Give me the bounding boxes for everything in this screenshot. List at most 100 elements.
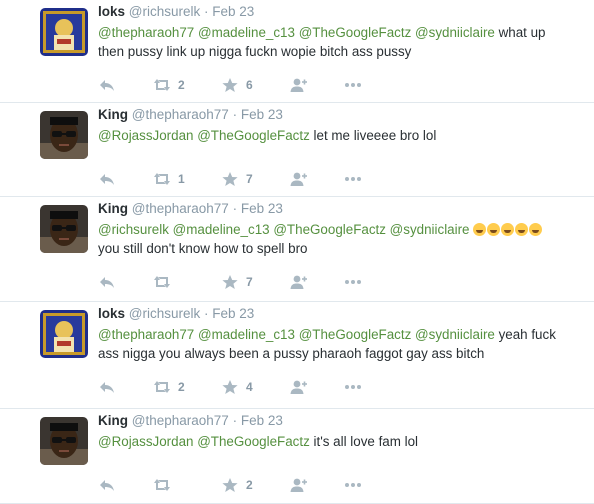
mention-link[interactable]: @madeline_c13 <box>173 222 270 237</box>
tweet-text-segment: what up <box>494 25 546 40</box>
mention-link[interactable]: @sydniiclaire <box>415 25 495 40</box>
follow-button[interactable] <box>289 77 344 93</box>
retweet-icon <box>153 77 171 93</box>
reply-icon <box>98 379 116 395</box>
avatar[interactable] <box>40 111 88 159</box>
retweet-count: 1 <box>178 172 185 186</box>
retweet-count: 2 <box>178 78 185 92</box>
mention-link[interactable]: @thepharaoh77 <box>98 25 194 40</box>
more-button[interactable] <box>344 379 374 395</box>
tweet[interactable]: King @thepharaoh77 · Feb 23 @richsurelk @… <box>0 197 594 302</box>
favorite-button[interactable]: 2 <box>221 477 289 493</box>
display-name[interactable]: King <box>98 201 128 216</box>
timestamp[interactable]: Feb 23 <box>241 413 283 428</box>
reply-button[interactable] <box>98 171 153 187</box>
display-name[interactable]: King <box>98 107 128 122</box>
tweet-text-line: then pussy link up nigga fuckn wopie bit… <box>98 44 412 59</box>
more-button[interactable] <box>344 77 374 93</box>
reply-icon <box>98 274 116 290</box>
avatar[interactable] <box>40 205 88 253</box>
more-button[interactable] <box>344 171 374 187</box>
favorite-count: 7 <box>246 275 253 289</box>
avatar[interactable] <box>40 8 88 56</box>
tweet-actions: 26 <box>98 75 374 95</box>
favorite-button[interactable]: 6 <box>221 77 289 93</box>
mention-link[interactable]: @TheGoogleFactz <box>273 222 386 237</box>
more-button[interactable] <box>344 477 374 493</box>
mention-link[interactable]: @TheGoogleFactz <box>299 327 412 342</box>
favorite-button[interactable]: 7 <box>221 171 289 187</box>
follow-button[interactable] <box>289 171 344 187</box>
follow-icon <box>289 477 307 493</box>
mention-link[interactable]: @RojassJordan <box>98 434 193 449</box>
reply-button[interactable] <box>98 274 153 290</box>
retweet-button[interactable] <box>153 274 221 290</box>
tweet[interactable]: loks @richsurelk · Feb 23 @thepharaoh77 @… <box>0 302 594 409</box>
mention-link[interactable]: @sydniiclaire <box>390 222 470 237</box>
mention-link[interactable]: @richsurelk <box>98 222 169 237</box>
mention-link[interactable]: @madeline_c13 <box>198 327 295 342</box>
tweet-actions: 17 <box>98 169 374 189</box>
reply-button[interactable] <box>98 477 153 493</box>
reply-button[interactable] <box>98 77 153 93</box>
follow-button[interactable] <box>289 274 344 290</box>
avatar[interactable] <box>40 417 88 465</box>
follow-button[interactable] <box>289 379 344 395</box>
tweet-actions: 7 <box>98 272 374 292</box>
tweet-text-line: @RojassJordan @TheGoogleFactz let me liv… <box>98 126 590 145</box>
tweet-text-line: @richsurelk @madeline_c13 @TheGoogleFact… <box>98 220 590 239</box>
retweet-icon <box>153 477 171 493</box>
star-icon <box>221 77 239 93</box>
tweet[interactable]: loks @richsurelk · Feb 23 @thepharaoh77 @… <box>0 0 594 103</box>
display-name[interactable]: King <box>98 413 128 428</box>
star-icon <box>221 171 239 187</box>
separator-dot: · <box>204 306 209 321</box>
retweet-button[interactable] <box>153 477 221 493</box>
mention-link[interactable]: @thepharaoh77 <box>98 327 194 342</box>
mention-link[interactable]: @TheGoogleFactz <box>197 434 310 449</box>
retweet-button[interactable]: 2 <box>153 379 221 395</box>
username[interactable]: @richsurelk <box>129 306 200 321</box>
timestamp[interactable]: Feb 23 <box>241 201 283 216</box>
favorite-count: 7 <box>246 172 253 186</box>
username[interactable]: @thepharaoh77 <box>132 201 229 216</box>
follow-button[interactable] <box>289 477 344 493</box>
mention-link[interactable]: @RojassJordan <box>98 128 193 143</box>
reply-button[interactable] <box>98 379 153 395</box>
tweet[interactable]: King @thepharaoh77 · Feb 23 @RojassJordan… <box>0 409 594 504</box>
timestamp[interactable]: Feb 23 <box>212 306 254 321</box>
username[interactable]: @thepharaoh77 <box>132 413 229 428</box>
retweet-button[interactable]: 1 <box>153 171 221 187</box>
star-icon <box>221 477 239 493</box>
timestamp[interactable]: Feb 23 <box>241 107 283 122</box>
tweet-body: King @thepharaoh77 · Feb 23 @RojassJordan… <box>98 106 590 145</box>
tweet-text-line: @thepharaoh77 @madeline_c13 @TheGoogleFa… <box>98 23 590 42</box>
more-icon <box>344 274 362 290</box>
laughing-emoji-icon <box>501 223 515 236</box>
favorite-button[interactable]: 7 <box>221 274 289 290</box>
tweet-body: King @thepharaoh77 · Feb 23 @RojassJordan… <box>98 412 590 451</box>
tweet-text-line: @RojassJordan @TheGoogleFactz it's all l… <box>98 432 590 451</box>
favorite-count: 2 <box>246 478 253 492</box>
mention-link[interactable]: @TheGoogleFactz <box>299 25 412 40</box>
reply-icon <box>98 477 116 493</box>
retweet-icon <box>153 379 171 395</box>
avatar[interactable] <box>40 310 88 358</box>
retweet-count: 2 <box>178 380 185 394</box>
mention-link[interactable]: @TheGoogleFactz <box>197 128 310 143</box>
retweet-icon <box>153 274 171 290</box>
tweet[interactable]: King @thepharaoh77 · Feb 23 @RojassJordan… <box>0 103 594 197</box>
favorite-button[interactable]: 4 <box>221 379 289 395</box>
username[interactable]: @richsurelk <box>129 4 200 19</box>
follow-icon <box>289 77 307 93</box>
mention-link[interactable]: @sydniiclaire <box>415 327 495 342</box>
tweet-header: King @thepharaoh77 · Feb 23 <box>98 106 590 124</box>
display-name[interactable]: loks <box>98 306 125 321</box>
retweet-button[interactable]: 2 <box>153 77 221 93</box>
display-name[interactable]: loks <box>98 4 125 19</box>
more-button[interactable] <box>344 274 374 290</box>
follow-icon <box>289 274 307 290</box>
timestamp[interactable]: Feb 23 <box>212 4 254 19</box>
mention-link[interactable]: @madeline_c13 <box>198 25 295 40</box>
username[interactable]: @thepharaoh77 <box>132 107 229 122</box>
